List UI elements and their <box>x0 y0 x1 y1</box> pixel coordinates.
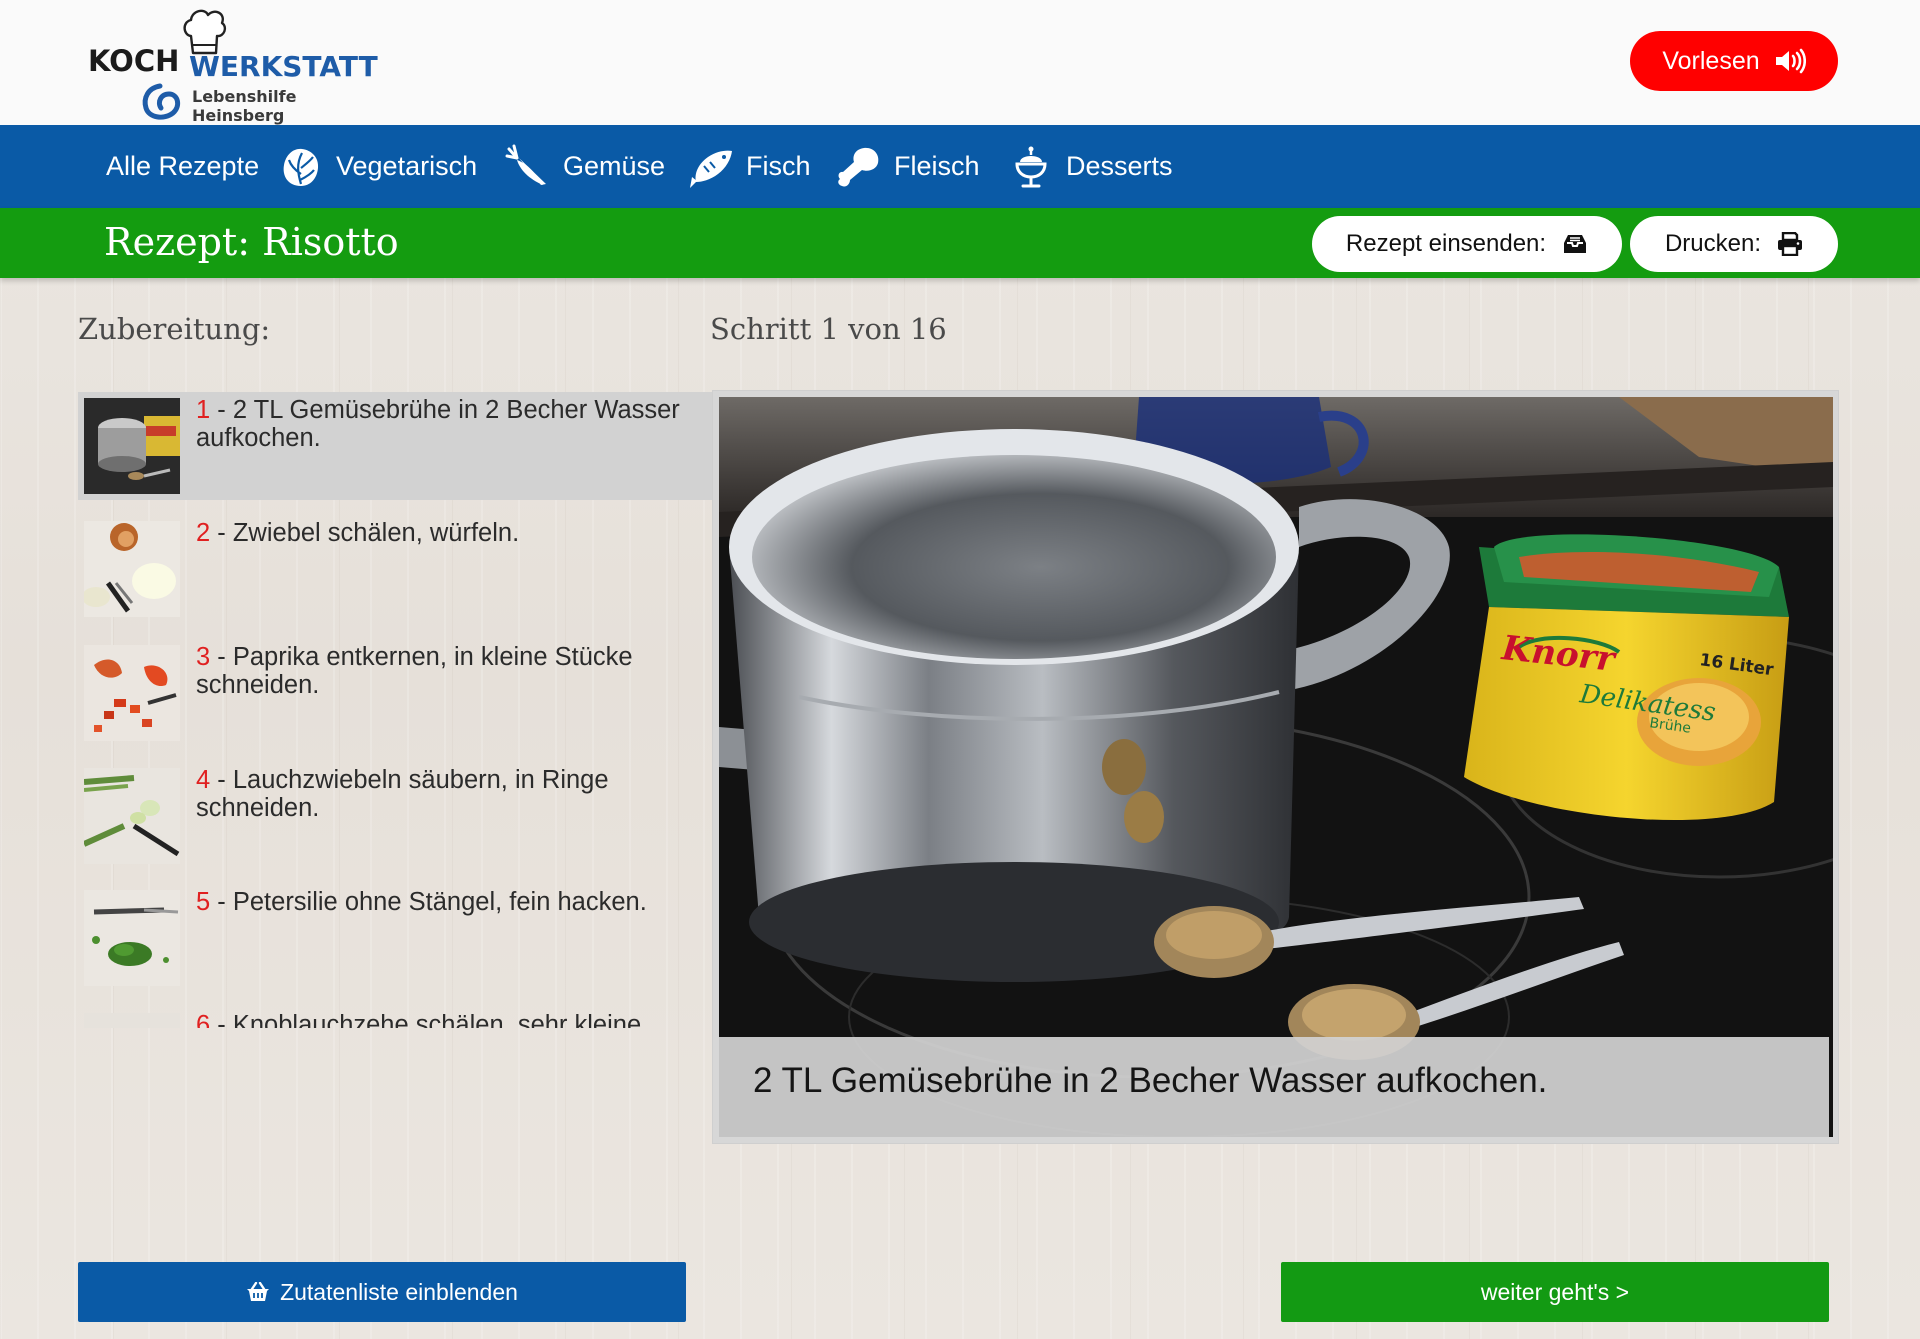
nav-label: Desserts <box>1066 151 1173 181</box>
drumstick-icon <box>838 147 879 187</box>
site-header: KOCH WERKSTATT Lebenshilfe Heinsberg Vor… <box>0 0 1920 125</box>
nav-item-gemuese[interactable]: Gemüse <box>505 125 665 208</box>
carrot-icon <box>505 144 546 185</box>
step-number: 5 <box>196 888 211 916</box>
nav-label: Gemüse <box>563 151 666 181</box>
step-thumbnail <box>84 521 180 617</box>
preparation-heading: Zubereitung: <box>78 312 271 346</box>
fish-icon <box>690 150 732 188</box>
next-step-button[interactable]: weiter geht's > <box>1281 1262 1829 1322</box>
step-text: 3 - Paprika entkernen, in kleine Stücke … <box>196 643 633 699</box>
step-thumbnail <box>84 768 180 864</box>
kochwerkstatt-logo[interactable]: KOCH WERKSTATT Lebenshilfe Heinsberg <box>88 4 388 125</box>
step-number: 1 <box>196 396 211 424</box>
print-button[interactable]: Drucken: <box>1630 216 1838 272</box>
submit-recipe-button[interactable]: Rezept einsenden: <box>1312 216 1622 272</box>
step-thumbnail <box>84 398 180 494</box>
lebenshilfe-swirl-icon <box>142 83 181 120</box>
step-description: Lauchzwiebeln säubern, in Ringe schneide… <box>196 766 609 822</box>
step-thumbnail <box>84 645 180 741</box>
logo-word-werkstatt: WERKSTATT <box>189 50 378 83</box>
step-number: 4 <box>196 766 211 794</box>
submit-recipe-label: Rezept einsenden: <box>1345 230 1547 257</box>
step-photo-frame: Knorr Delikatess Brühe 16 Liter 2 TL Gem… <box>712 390 1839 1144</box>
step-item-3[interactable]: 3 - Paprika entkernen, in kleine Stücke … <box>78 639 713 747</box>
step-item-2[interactable]: 2 - Zwiebel schälen, würfeln. <box>78 515 713 623</box>
logo-subtitle: Lebenshilfe Heinsberg <box>192 87 297 125</box>
nav-label: Fleisch <box>894 151 980 181</box>
dessert-cup-icon <box>1015 146 1047 187</box>
nav-label: Fisch <box>746 151 811 181</box>
category-nav: Alle Rezepte Vegetarisch Gemüse Fisch Fl… <box>0 125 1920 208</box>
step-photo-caption: 2 TL Gemüsebrühe in 2 Becher Wasser aufk… <box>719 1037 1829 1137</box>
step-text: 2 - Zwiebel schälen, würfeln. <box>196 519 520 547</box>
step-item-5[interactable]: 5 - Petersilie ohne Stängel, fein hacken… <box>78 884 713 992</box>
step-number: 3 <box>196 643 211 671</box>
printer-icon <box>1778 232 1803 256</box>
step-item-6[interactable]: 6 - Knoblauchzehe schälen, sehr kleine <box>78 1007 713 1028</box>
read-aloud-label: Vorlesen <box>1662 46 1760 75</box>
nav-item-fisch[interactable]: Fisch <box>688 125 811 208</box>
step-photo-image: Knorr Delikatess Brühe 16 Liter <box>719 397 1833 1137</box>
recipe-title: Rezept: Risotto <box>104 220 399 264</box>
inbox-icon <box>1564 235 1587 253</box>
nav-label: Vegetarisch <box>336 151 478 181</box>
step-description: Petersilie ohne Stängel, fein hacken. <box>232 888 647 916</box>
nav-item-desserts[interactable]: Desserts <box>1008 125 1173 208</box>
step-description: Paprika entkernen, in kleine Stücke schn… <box>196 643 633 699</box>
nav-item-vegetarisch[interactable]: Vegetarisch <box>278 125 477 208</box>
step-description: Zwiebel schälen, würfeln. <box>232 519 520 547</box>
step-number: 2 <box>196 519 211 547</box>
step-thumbnail <box>84 1013 180 1028</box>
step-description: Knoblauchzehe schälen, sehr kleine <box>232 1011 642 1028</box>
nav-label: Alle Rezepte <box>106 151 260 181</box>
step-caption-text: 2 TL Gemüsebrühe in 2 Becher Wasser aufk… <box>753 1061 1548 1100</box>
step-item-4[interactable]: 4 - Lauchzwiebeln säubern, in Ringe schn… <box>78 762 713 870</box>
recipe-title-bar: Rezept: Risotto Rezept einsenden: Drucke… <box>0 208 1920 278</box>
logo-word-koch: KOCH <box>88 44 180 78</box>
step-number: 6 <box>196 1011 211 1028</box>
step-item-1[interactable]: 1 - 2 TL Gemüsebrühe in 2 Becher Wasser … <box>78 392 713 500</box>
step-text: 1 - 2 TL Gemüsebrühe in 2 Becher Wasser … <box>196 396 680 452</box>
lettuce-icon <box>283 148 319 186</box>
show-ingredients-button[interactable]: Zutatenliste einblenden <box>78 1262 686 1322</box>
print-label: Drucken: <box>1664 230 1762 257</box>
step-description: 2 TL Gemüsebrühe in 2 Becher Wasser aufk… <box>196 396 680 452</box>
shopping-basket-icon <box>247 1282 270 1301</box>
show-ingredients-label: Zutatenliste einblenden <box>280 1278 518 1305</box>
step-photo: Knorr Delikatess Brühe 16 Liter 2 TL Gem… <box>719 397 1833 1137</box>
step-thumbnail <box>84 890 180 986</box>
next-step-label: weiter geht's > <box>1480 1278 1630 1305</box>
step-text: 6 - Knoblauchzehe schälen, sehr kleine <box>196 1011 696 1028</box>
read-aloud-button[interactable]: Vorlesen <box>1630 31 1838 91</box>
nav-item-fleisch[interactable]: Fleisch <box>836 125 980 208</box>
step-list[interactable]: 1 - 2 TL Gemüsebrühe in 2 Becher Wasser … <box>78 392 713 1028</box>
step-counter: Schritt 1 von 16 <box>710 312 947 346</box>
step-text: 5 - Petersilie ohne Stängel, fein hacken… <box>196 888 647 916</box>
speaker-icon <box>1775 48 1806 74</box>
step-text: 4 - Lauchzwiebeln säubern, in Ringe schn… <box>196 766 609 822</box>
nav-item-alle-rezepte[interactable]: Alle Rezepte <box>106 125 259 208</box>
